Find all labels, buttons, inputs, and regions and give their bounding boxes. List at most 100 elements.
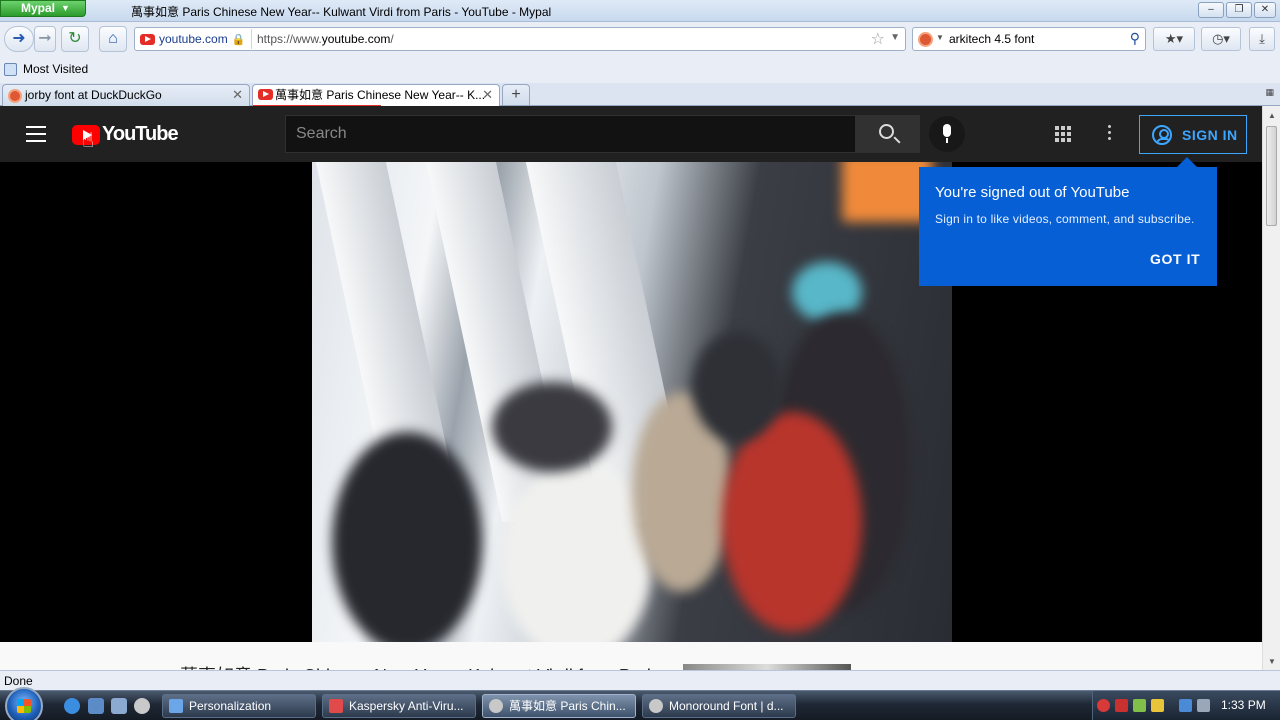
start-button[interactable] [5,687,43,720]
chevron-down-icon: ▼ [61,3,70,13]
network-icon[interactable] [1179,699,1192,712]
url-suffix: / [390,32,394,46]
bookmark-folder-icon [4,62,17,76]
youtube-masthead: YouTube SIGN IN [0,106,1262,162]
switch-windows-icon[interactable] [111,698,127,714]
close-tab-icon[interactable]: ✕ [482,85,493,105]
voice-search-button[interactable] [929,116,965,152]
app-menu-label: Mypal [21,1,56,15]
task-label: 萬事如意 Paris Chin... [509,699,626,713]
duckduckgo-icon [8,89,22,103]
scroll-down-icon[interactable]: ▼ [1268,657,1276,666]
chevron-down-icon[interactable]: ▼ [936,33,944,42]
security-alert-icon[interactable] [1097,699,1110,712]
app-menu-button[interactable]: Mypal ▼ [0,0,86,17]
site-identity-label: youtube.com [159,32,228,46]
settings-more-icon[interactable] [1108,125,1112,143]
tab-youtube[interactable]: 萬事如意 Paris Chinese New Year-- K... ✕ [252,84,500,107]
tab-label: 萬事如意 Paris Chinese New Year-- K... [275,88,486,102]
status-bar: Done [0,670,1280,690]
window-controls: – ❐ ✕ [1198,2,1276,18]
notification-icon[interactable] [1151,699,1164,712]
kaspersky-icon [329,699,343,713]
youtube-logo-text: YouTube [102,123,179,145]
most-visited-label: Most Visited [23,62,89,76]
popup-title: You're signed out of YouTube [935,184,1130,201]
page-scrollbar[interactable]: ▲ ▼ [1262,106,1280,670]
task-label: Personalization [189,699,272,713]
signed-out-popup: You're signed out of YouTube Sign in to … [919,157,1217,286]
personalization-icon [169,699,183,713]
tab-label: jorby font at DuckDuckGo [25,88,162,102]
forward-button[interactable]: ➞ [34,26,56,52]
url-domain: youtube.com [321,32,391,46]
video-title: 萬事如意 Paris Chinese New Year-- Kulwant Vi… [180,662,660,670]
minimize-button[interactable]: – [1198,2,1224,18]
account-circle-icon [1152,124,1172,145]
downloads-button[interactable]: ⤓ [1249,27,1275,51]
taskbar-monoround-window[interactable]: Monoround Font | d... [642,694,796,718]
youtube-favicon-icon [258,89,273,100]
youtube-favicon-icon [140,33,155,45]
new-tab-button[interactable]: + [502,84,530,106]
reload-button[interactable]: ↻ [61,26,89,52]
menu-icon[interactable] [26,126,46,142]
status-text: Done [4,674,33,688]
youtube-search-button[interactable] [856,115,920,153]
apps-grid-icon[interactable] [1055,126,1071,142]
update-icon[interactable] [1133,699,1146,712]
tab-list-icon[interactable]: ▦ [1265,87,1274,98]
system-clock[interactable]: 1:33 PM [1221,698,1266,712]
lock-icon: 🔒 [231,33,246,46]
internet-explorer-icon[interactable] [64,698,80,714]
show-desktop-icon[interactable] [88,698,104,714]
site-identity-button[interactable]: youtube.com 🔒 [136,29,253,49]
volume-muted-icon[interactable] [1197,699,1210,712]
url-bar[interactable]: youtube.com 🔒 https://www.youtube.com/ ☆… [134,27,906,51]
system-tray: 1:33 PM [1092,691,1280,720]
bookmark-star-icon[interactable]: ☆ [871,29,885,49]
url-history-dropdown-icon[interactable]: ▼ [890,32,900,43]
taskbar-personalization[interactable]: Personalization [162,694,316,718]
search-bar[interactable]: ▼ arkitech 4.5 font ⚲ [912,27,1146,51]
restore-button[interactable]: ❐ [1226,2,1252,18]
task-label: Monoround Font | d... [669,699,784,713]
history-button[interactable]: ◷▾ [1201,27,1241,51]
task-label: Kaspersky Anti-Viru... [349,699,464,713]
youtube-search-input[interactable] [286,116,855,152]
microphone-icon [943,124,951,137]
tab-strip: jorby font at DuckDuckGo ✕ 萬事如意 Paris Ch… [0,83,1280,107]
search-icon [879,124,894,139]
most-visited-bookmark[interactable]: Most Visited [4,62,88,76]
video-player[interactable] [312,162,952,642]
below-video-area: 萬事如意 Paris Chinese New Year-- Kulwant Vi… [0,642,1262,670]
window-title: 萬事如意 Paris Chinese New Year-- Kulwant Vi… [131,5,552,19]
mouse-cursor-icon: ☝ [82,130,95,152]
window-titlebar: Mypal ▼ 萬事如意 Paris Chinese New Year-- Ku… [0,0,1280,22]
popup-subtitle: Sign in to like videos, comment, and sub… [935,212,1195,226]
back-button[interactable]: ➜ [4,26,34,52]
close-tab-icon[interactable]: ✕ [232,85,243,105]
got-it-button[interactable]: GOT IT [1150,251,1200,267]
duckduckgo-icon[interactable] [918,32,933,47]
search-bar-value[interactable]: arkitech 4.5 font [949,32,1034,46]
mypal-quicklaunch-icon[interactable] [134,698,150,714]
youtube-search-box[interactable] [285,115,856,153]
kaspersky-tray-icon[interactable] [1115,699,1128,712]
bookmarks-toolbar: Most Visited [0,56,1280,83]
bookmarks-menu-button[interactable]: ★▾ [1153,27,1195,51]
tab-duckduckgo[interactable]: jorby font at DuckDuckGo ✕ [2,84,250,106]
taskbar-youtube-window[interactable]: 萬事如意 Paris Chin... [482,694,636,718]
url-prefix: https://www. [257,32,322,46]
home-button[interactable]: ⌂ [99,26,127,52]
mypal-icon [649,699,663,713]
navigation-toolbar: ➜ ➞ ↻ ⌂ youtube.com 🔒 https://www.youtub… [0,22,1280,56]
close-window-button[interactable]: ✕ [1254,2,1276,18]
scrollbar-thumb[interactable] [1266,126,1277,226]
url-text[interactable]: https://www.youtube.com/ [257,32,394,46]
taskbar-kaspersky[interactable]: Kaspersky Anti-Viru... [322,694,476,718]
windows-taskbar: Personalization Kaspersky Anti-Viru... 萬… [0,687,1280,720]
sign-in-button[interactable]: SIGN IN [1139,115,1247,154]
search-icon[interactable]: ⚲ [1130,30,1140,47]
scroll-up-icon[interactable]: ▲ [1268,111,1276,120]
